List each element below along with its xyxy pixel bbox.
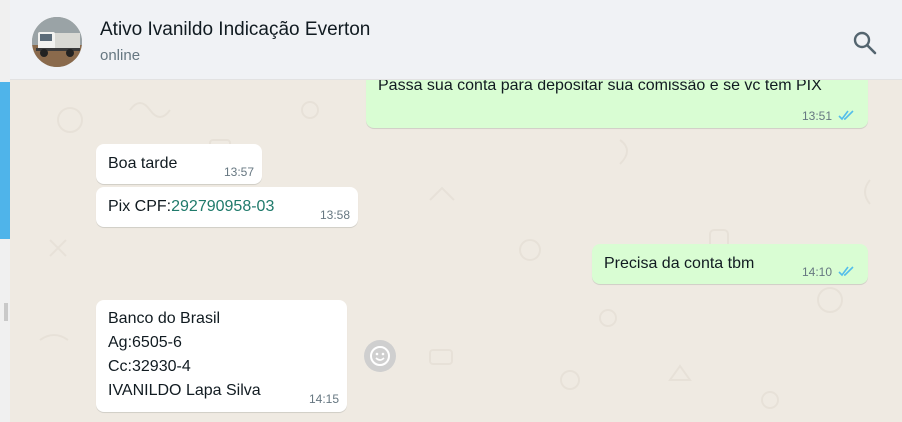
- message-incoming[interactable]: Pix CPF:292790958-03 13:58: [96, 187, 358, 227]
- message-prefix: Pix CPF:: [108, 198, 172, 215]
- message-time: 13:58: [319, 208, 350, 222]
- message-list[interactable]: Passa sua conta para depositar sua comis…: [10, 80, 902, 422]
- contact-status: online: [100, 47, 141, 64]
- read-ticks-icon: [838, 266, 854, 277]
- message-time: 14:10: [801, 265, 832, 279]
- message-line: IVANILDO Lapa Silva: [108, 382, 261, 399]
- cpf-link[interactable]: 292790958-03: [171, 198, 274, 215]
- message-line: Cc:32930-4: [108, 358, 191, 375]
- read-ticks-icon: [838, 110, 854, 121]
- truck-avatar-icon[interactable]: [32, 17, 82, 67]
- message-line: Banco do Brasil: [108, 310, 221, 327]
- message-time: 13:51: [801, 109, 832, 123]
- message-time: 13:57: [223, 165, 254, 179]
- message-outgoing[interactable]: Passa sua conta para depositar sua comis…: [366, 80, 868, 128]
- emoji-icon[interactable]: [364, 340, 396, 372]
- chat-header[interactable]: Ativo Ivanildo Indicação Everton online: [10, 0, 902, 80]
- message-text: Passa sua conta para depositar sua comis…: [378, 80, 822, 94]
- message-text: Pix CPF:292790958-03: [108, 198, 274, 216]
- left-panel-edge: [0, 0, 10, 422]
- message-outgoing[interactable]: Precisa da conta tbm 14:10: [592, 244, 868, 284]
- message-incoming[interactable]: Boa tarde 13:57: [96, 144, 262, 184]
- search-icon[interactable]: [852, 30, 878, 56]
- message-text: Precisa da conta tbm: [604, 255, 755, 272]
- contact-name[interactable]: Ativo Ivanildo Indicação Everton: [100, 19, 370, 41]
- message-line: Ag:6505-6: [108, 334, 182, 351]
- message-text: Boa tarde: [108, 155, 178, 172]
- message-time: 14:15: [308, 392, 339, 406]
- message-incoming[interactable]: Banco do Brasil Ag:6505-6 Cc:32930-4 IVA…: [96, 300, 347, 412]
- panel-marker: [4, 303, 8, 321]
- scroll-indicator: [0, 82, 10, 239]
